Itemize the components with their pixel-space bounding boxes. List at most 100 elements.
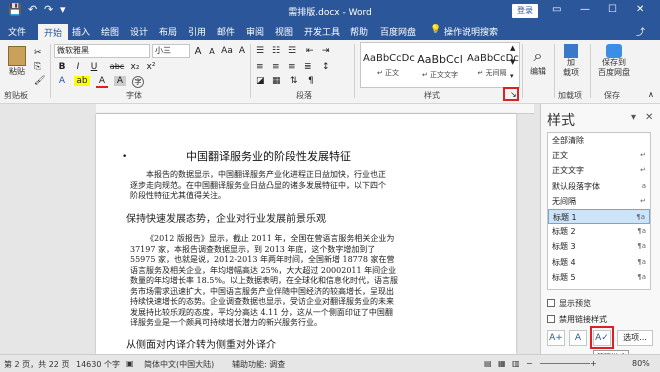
web-layout-icon[interactable]: ▥ (512, 359, 520, 368)
format-painter-icon[interactable]: 🖌 (34, 76, 45, 86)
align-left-icon[interactable]: ≡ (256, 62, 264, 72)
font-name-select[interactable]: 微软雅黑 (54, 44, 150, 58)
horizontal-ruler[interactable] (96, 104, 534, 114)
style-list-item[interactable]: 标题 2 ¶a (548, 224, 650, 239)
style-list-item[interactable]: 正文文字 ↵ (548, 163, 650, 178)
bold-button[interactable]: B (56, 62, 68, 72)
style-list-item[interactable]: 正文 ↵ (548, 148, 650, 163)
decrease-indent-icon[interactable]: ⇤ (306, 46, 314, 56)
justify-icon[interactable]: ≣ (304, 62, 312, 72)
pane-options-icon[interactable]: ▾ (631, 112, 636, 123)
disable-linked-checkbox[interactable]: 禁用链接样式 (547, 314, 607, 325)
zoom-out-icon[interactable]: − (526, 359, 533, 368)
borders-icon[interactable]: ▦ (272, 76, 281, 86)
style-list-item-selected[interactable]: 标题 1 ¶a (548, 208, 650, 225)
numbering-icon[interactable]: ☷ (272, 46, 280, 56)
tab-design[interactable]: 设计 (130, 25, 148, 38)
shading-icon[interactable]: ◪ (256, 76, 265, 86)
pane-close-icon[interactable]: ✕ (645, 112, 653, 123)
style-list-item[interactable]: 全部清除 (548, 133, 650, 148)
tell-me-search[interactable]: 操作说明搜索 (444, 25, 498, 38)
share-icon[interactable]: ⤴ (636, 25, 645, 38)
track-icon[interactable]: ▣ (126, 359, 134, 368)
highlight-button[interactable]: ab (74, 76, 90, 86)
style-list-item[interactable]: 无间隔 ↵ (548, 194, 650, 209)
edit-button[interactable]: ⌕ 编辑 (526, 46, 550, 77)
increase-indent-icon[interactable]: ⇥ (322, 46, 330, 56)
language[interactable]: 简体中文(中国大陆) (144, 359, 214, 370)
superscript-button[interactable]: x² (144, 62, 158, 72)
font-color-button[interactable]: A (96, 76, 108, 88)
new-style-icon[interactable]: A+ (547, 330, 565, 346)
tab-review[interactable]: 审阅 (246, 25, 264, 38)
subscript-button[interactable]: x₂ (128, 62, 142, 72)
close-button[interactable]: ✕ (636, 4, 644, 15)
ribbon-display-icon[interactable]: ▭ (552, 4, 561, 15)
text-effect-button[interactable]: A (56, 76, 68, 86)
bullets-icon[interactable]: ☰ (256, 46, 264, 56)
style-list-item[interactable]: 默认段落字体 a (548, 179, 650, 194)
addins-button[interactable]: 加 载项 (558, 44, 584, 78)
enclose-char-button[interactable]: 字 (132, 76, 144, 88)
style-body-text[interactable]: AaBbCcl ↵ 正文文字 (415, 45, 465, 85)
clear-format-button[interactable]: A (236, 46, 248, 56)
tab-mailings[interactable]: 邮件 (217, 25, 235, 38)
underline-button[interactable]: U (88, 62, 100, 72)
gallery-more-icon[interactable]: ▾ (510, 72, 514, 80)
options-button[interactable]: 选项... (617, 330, 653, 346)
gallery-up-icon[interactable]: ▲ (510, 44, 515, 52)
tab-help[interactable]: 帮助 (350, 25, 368, 38)
tab-view[interactable]: 视图 (275, 25, 293, 38)
style-list-item[interactable]: 标题 5 ¶a (548, 270, 650, 285)
style-item-label: 标题 2 (552, 227, 576, 237)
paste-button[interactable]: 粘贴 (6, 46, 28, 77)
tab-developer[interactable]: 开发工具 (304, 25, 340, 38)
zoom-slider[interactable] (540, 363, 590, 364)
sort-icon[interactable]: ⇅ (290, 76, 298, 86)
vertical-scrollbar[interactable] (530, 114, 538, 354)
maximize-button[interactable]: ☐ (608, 4, 617, 15)
word-count[interactable]: 14630 个字 (76, 359, 120, 370)
italic-button[interactable]: I (72, 62, 84, 72)
style-inspector-icon[interactable]: A (569, 330, 587, 346)
align-center-icon[interactable]: ≡ (272, 62, 280, 72)
accessibility[interactable]: 辅助功能: 调查 (232, 359, 285, 370)
multilevel-icon[interactable]: ☲ (288, 46, 296, 56)
line-spacing-icon[interactable]: ↕ (322, 62, 330, 72)
tab-layout[interactable]: 布局 (159, 25, 177, 38)
highlight-box (503, 87, 519, 101)
separator (50, 44, 51, 98)
change-case-button[interactable]: Aa (220, 46, 234, 56)
tab-file[interactable]: 文件 (8, 25, 26, 38)
copy-icon[interactable]: ⎘ (34, 62, 41, 72)
zoom-level[interactable]: 80% (632, 359, 650, 368)
zoom-in-icon[interactable]: + (590, 359, 597, 368)
cut-icon[interactable]: ✂ (34, 48, 42, 58)
tab-baidu[interactable]: 百度网盘 (380, 25, 416, 38)
tab-draw[interactable]: 绘图 (101, 25, 119, 38)
read-mode-icon[interactable]: ▤ (484, 359, 492, 368)
font-size-value: 小三 (155, 46, 171, 55)
save-baidu-button[interactable]: 保存到 百度网盘 (594, 44, 634, 78)
page-count[interactable]: 第 2 页，共 22 页 (4, 359, 69, 370)
document-page[interactable]: • 中国翻译服务业的阶段性发展特征 本报告的数据显示，中国翻译服务产业化进程正日… (96, 114, 516, 354)
show-preview-checkbox[interactable]: 显示预览 (547, 298, 591, 309)
char-shading-button[interactable]: A (114, 76, 126, 86)
show-marks-icon[interactable]: ¶ (308, 76, 314, 86)
gallery-down-icon[interactable]: ▼ (510, 58, 515, 66)
style-list-item[interactable]: 标题 4 ¶a (548, 255, 650, 270)
grow-font-button[interactable]: A (192, 46, 204, 57)
font-size-select[interactable]: 小三 (152, 44, 190, 58)
minimize-button[interactable]: — (580, 4, 590, 15)
tab-references[interactable]: 引用 (188, 25, 206, 38)
collapse-ribbon-icon[interactable]: ∧ (648, 90, 654, 99)
tab-home[interactable]: 开始 (38, 24, 69, 40)
tab-insert[interactable]: 插入 (72, 25, 90, 38)
align-right-icon[interactable]: ≡ (288, 62, 296, 72)
login-button[interactable]: 登录 (512, 4, 538, 18)
style-list-item[interactable]: 标题 3 ¶a (548, 239, 650, 254)
style-normal[interactable]: AaBbCcDc ↵ 正文 (363, 45, 415, 85)
strikethrough-button[interactable]: abc (108, 62, 126, 71)
print-layout-icon[interactable]: ▦ (498, 359, 506, 368)
shrink-font-button[interactable]: A (206, 47, 218, 56)
